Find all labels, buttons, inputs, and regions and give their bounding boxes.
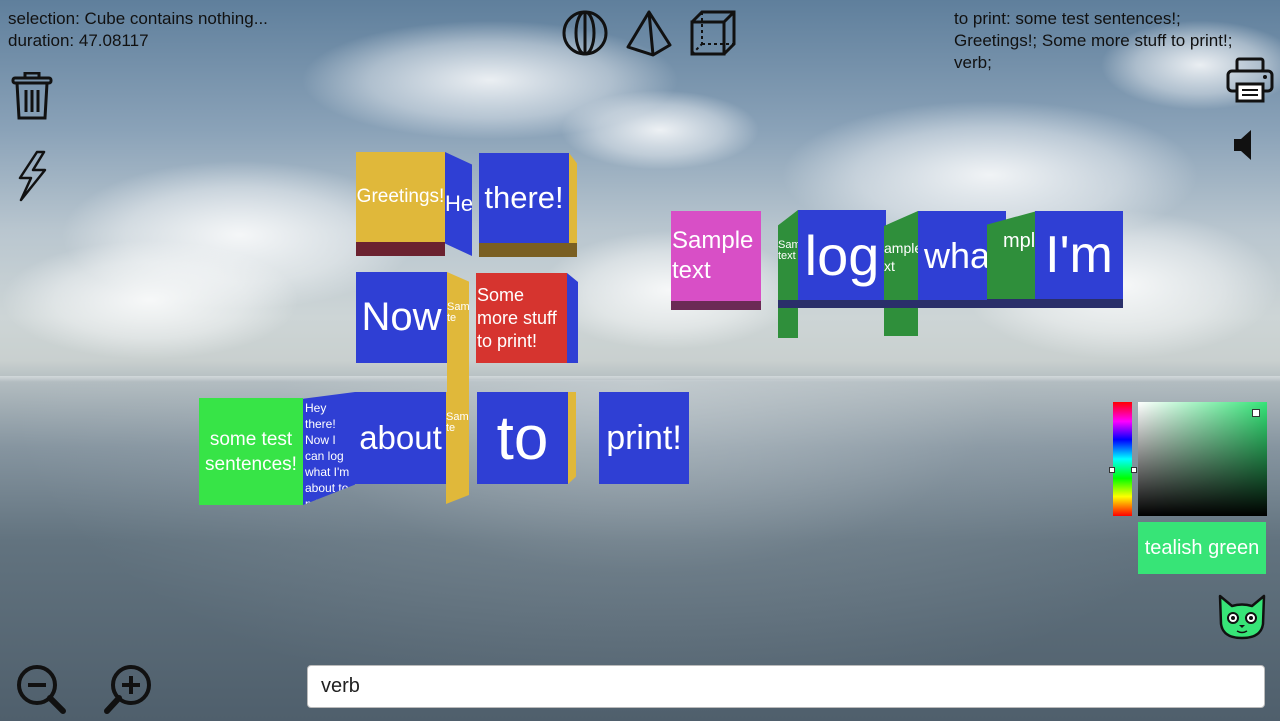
cube-front-face: Some more stuff to print! <box>476 273 567 363</box>
cube-front-face: there! <box>479 153 569 243</box>
cloud <box>540 230 800 350</box>
pyramid-icon[interactable] <box>625 9 673 57</box>
zoom-out-icon[interactable] <box>15 663 67 715</box>
duration-status: duration: 47.08117 <box>8 31 149 50</box>
cube-front-face: print! <box>599 392 689 484</box>
lightning-icon[interactable] <box>15 150 49 202</box>
cube-side-face: Sam te <box>446 392 469 504</box>
hue-slider[interactable] <box>1113 402 1132 516</box>
cube-bottom-face <box>778 300 886 308</box>
cube-front-face: Sample text <box>671 211 761 301</box>
cube-side-face: Hey <box>445 152 472 256</box>
cube-front-face: log <box>798 210 886 300</box>
print-queue-line: verb; <box>954 53 992 72</box>
cube-front-face: Greetings! <box>356 152 445 242</box>
print-queue-line: Greetings!; Some more stuff to print!; <box>954 31 1233 50</box>
selection-status: selection: Cube contains nothing... <box>8 9 268 28</box>
cloud <box>0 240 300 360</box>
hue-slider-handle[interactable] <box>1109 467 1115 473</box>
print-queue-line: to print: some test sentences!; <box>954 9 1181 28</box>
sphere-icon[interactable] <box>561 9 609 57</box>
cube-side-face <box>569 153 577 257</box>
cube-front-face: I'm <box>1035 211 1123 299</box>
hue-slider-handle[interactable] <box>1131 467 1137 473</box>
zoom-in-icon[interactable] <box>103 663 155 715</box>
selected-color-name: tealish green <box>1144 537 1260 559</box>
cube-side-face: mple <box>987 211 1037 308</box>
cube-side-face <box>568 392 576 484</box>
cloud <box>560 90 760 170</box>
cube-bottom-face <box>671 301 761 310</box>
cube-front-face: to <box>477 392 568 484</box>
cube-front-face: about <box>355 392 446 484</box>
cat-icon[interactable] <box>1217 594 1267 640</box>
cube-front-face: Now <box>356 272 447 363</box>
selected-color-swatch[interactable]: tealish green <box>1138 522 1266 574</box>
cube-front-face: some test sentences! <box>199 398 303 505</box>
cube-bottom-face <box>987 299 1123 308</box>
cube-bottom-face <box>479 243 577 257</box>
cube-side-face: ample xt <box>884 211 918 336</box>
color-picker-handle[interactable] <box>1252 409 1260 417</box>
cube-side-face: Sam te <box>447 272 469 393</box>
trash-icon[interactable] <box>11 72 53 120</box>
command-input[interactable] <box>307 665 1265 708</box>
printer-icon[interactable] <box>1226 56 1274 104</box>
saturation-value-picker[interactable] <box>1138 402 1267 516</box>
cube-icon[interactable] <box>689 9 737 57</box>
speaker-icon[interactable] <box>1232 128 1256 162</box>
cube-side-face <box>567 273 578 363</box>
cube-bottom-face <box>356 242 445 256</box>
cube-side-face: Sample text <box>778 210 798 338</box>
